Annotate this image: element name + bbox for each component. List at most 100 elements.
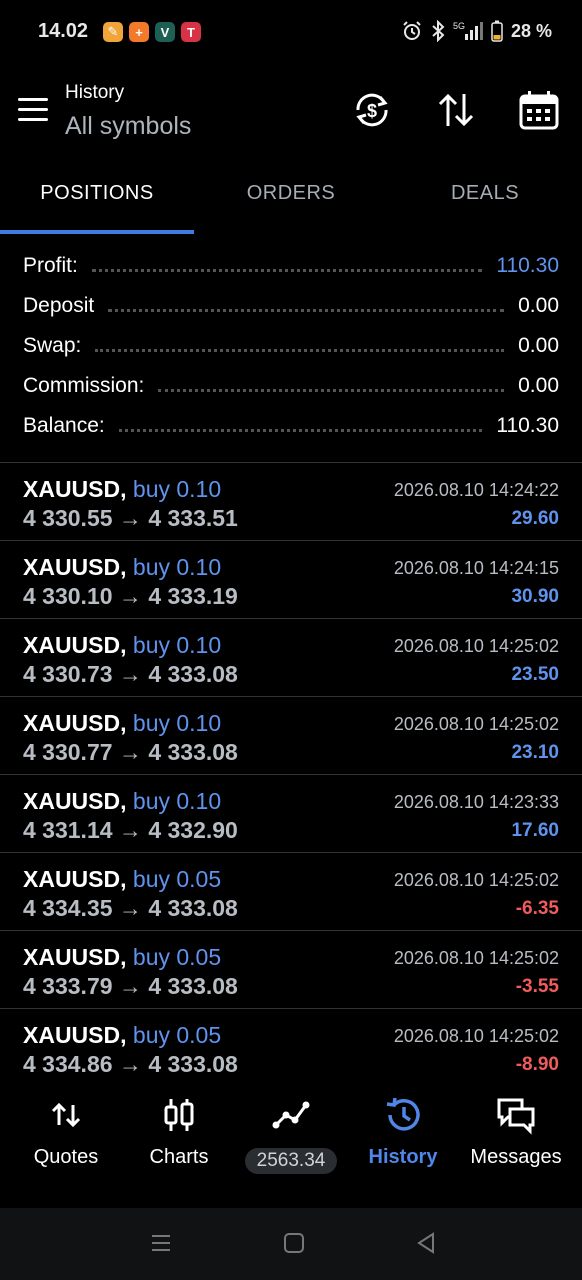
position-time: 2026.08.10 14:25:02	[393, 636, 559, 656]
position-profit: -3.55	[515, 976, 559, 997]
close-price: 4 333.08	[148, 1051, 238, 1077]
v-app-icon: V	[155, 22, 175, 42]
tab-bar: POSITIONS ORDERS DEALS	[0, 164, 582, 234]
position-symbol-line: XAUUSD, buy 0.10	[23, 554, 221, 581]
recents-icon[interactable]	[148, 1230, 174, 1256]
home-icon[interactable]	[281, 1230, 307, 1256]
summary-label: Profit:	[23, 254, 78, 277]
dotted-leader	[108, 308, 505, 312]
position-prices: 4 330.10 → 4 333.19	[23, 583, 238, 610]
arrow-icon: →	[118, 973, 142, 999]
position-time: 2026.08.10 14:25:02	[393, 948, 559, 968]
position-time: 2026.08.10 14:25:02	[393, 1026, 559, 1046]
app-notification-icon: ✎	[103, 22, 123, 42]
nav-charts[interactable]: Charts	[121, 1095, 237, 1169]
open-price: 4 330.77	[23, 739, 113, 765]
summary-row-deposit: Deposit 0.00	[0, 286, 582, 326]
position-symbol-line: XAUUSD, buy 0.10	[23, 476, 221, 503]
open-price: 4 330.73	[23, 661, 113, 687]
nav-history[interactable]: History	[345, 1095, 461, 1169]
summary-value: 110.30	[496, 414, 559, 437]
open-price: 4 334.35	[23, 895, 113, 921]
position-time: 2026.08.10 14:24:22	[393, 480, 559, 500]
position-row[interactable]: XAUUSD, buy 0.05 4 333.79 → 4 333.08 202…	[0, 931, 582, 1009]
position-prices: 4 330.55 → 4 333.51	[23, 505, 238, 532]
t-app-icon: T	[181, 22, 201, 42]
position-prices: 4 330.73 → 4 333.08	[23, 661, 238, 688]
currency-refresh-icon[interactable]: $	[350, 88, 394, 132]
history-icon	[386, 1097, 420, 1131]
position-profit: 17.60	[511, 820, 559, 841]
position-symbol: XAUUSD,	[23, 476, 127, 502]
position-row[interactable]: XAUUSD, buy 0.05 4 334.86 → 4 333.08 202…	[0, 1009, 582, 1086]
position-row[interactable]: XAUUSD, buy 0.10 4 330.55 → 4 333.51 202…	[0, 463, 582, 541]
sort-icon[interactable]	[434, 88, 478, 132]
position-symbol: XAUUSD,	[23, 1022, 127, 1048]
plus-app-icon: +	[129, 22, 149, 42]
position-symbol: XAUUSD,	[23, 632, 127, 658]
summary-value: 110.30	[496, 254, 559, 277]
arrow-icon: →	[118, 583, 142, 609]
dotted-leader	[158, 388, 505, 392]
app-bar: History All symbols $	[0, 64, 582, 164]
close-price: 4 333.08	[148, 895, 238, 921]
trade-icon	[272, 1101, 310, 1129]
symbol-filter[interactable]: All symbols	[65, 112, 191, 141]
tab-deals[interactable]: DEALS	[388, 182, 582, 205]
equity-badge: 2563.34	[244, 1148, 338, 1174]
close-price: 4 333.08	[148, 973, 238, 999]
tab-positions[interactable]: POSITIONS	[0, 182, 194, 205]
position-symbol-line: XAUUSD, buy 0.05	[23, 1022, 221, 1049]
page-title: History	[65, 82, 125, 103]
bottom-navigation: Quotes Charts 2563.34 History Messages	[0, 1085, 582, 1205]
arrow-icon: →	[118, 661, 142, 687]
nav-trade[interactable]: 2563.34	[233, 1095, 349, 1174]
summary-row-swap: Swap: 0.00	[0, 326, 582, 366]
arrow-icon: →	[118, 895, 142, 921]
position-row[interactable]: XAUUSD, buy 0.05 4 334.35 → 4 333.08 202…	[0, 853, 582, 931]
open-price: 4 330.55	[23, 505, 113, 531]
position-symbol-line: XAUUSD, buy 0.10	[23, 788, 221, 815]
position-row[interactable]: XAUUSD, buy 0.10 4 330.73 → 4 333.08 202…	[0, 619, 582, 697]
summary-value: 0.00	[518, 374, 559, 397]
position-side: buy 0.10	[132, 632, 222, 658]
status-right: 5G 28 %	[401, 20, 552, 42]
position-symbol: XAUUSD,	[23, 554, 127, 580]
nav-quotes-label: Quotes	[33, 1146, 99, 1168]
nav-messages[interactable]: Messages	[458, 1095, 574, 1169]
position-row[interactable]: XAUUSD, buy 0.10 4 331.14 → 4 332.90 202…	[0, 775, 582, 853]
close-price: 4 333.51	[148, 505, 238, 531]
position-profit: -8.90	[515, 1054, 559, 1075]
summary-panel: Profit: 110.30 Deposit 0.00 Swap: 0.00 C…	[0, 246, 582, 446]
position-row[interactable]: XAUUSD, buy 0.10 4 330.77 → 4 333.08 202…	[0, 697, 582, 775]
back-icon[interactable]	[413, 1230, 439, 1256]
position-symbol-line: XAUUSD, buy 0.05	[23, 944, 221, 971]
menu-icon[interactable]	[18, 98, 48, 122]
position-time: 2026.08.10 14:24:15	[393, 558, 559, 578]
alarm-icon	[403, 21, 421, 40]
tab-orders[interactable]: ORDERS	[194, 182, 388, 205]
summary-value: 0.00	[518, 294, 559, 317]
position-symbol: XAUUSD,	[23, 710, 127, 736]
summary-label: Swap:	[23, 334, 82, 357]
open-price: 4 334.86	[23, 1051, 113, 1077]
summary-value: 0.00	[518, 334, 559, 357]
summary-label: Deposit	[23, 294, 95, 317]
position-row[interactable]: XAUUSD, buy 0.10 4 330.10 → 4 333.19 202…	[0, 541, 582, 619]
summary-row-commission: Commission: 0.00	[0, 366, 582, 406]
position-profit: -6.35	[515, 898, 559, 919]
position-side: buy 0.05	[132, 866, 222, 892]
battery-icon	[491, 20, 503, 42]
position-symbol-line: XAUUSD, buy 0.10	[23, 710, 221, 737]
nav-quotes[interactable]: Quotes	[8, 1095, 124, 1169]
dotted-leader	[95, 348, 505, 352]
arrow-icon: →	[118, 505, 142, 531]
position-side: buy 0.10	[132, 476, 222, 502]
bluetooth-icon	[432, 20, 445, 42]
calendar-icon[interactable]	[517, 88, 561, 132]
network-type-label: 5G	[453, 21, 465, 31]
open-price: 4 333.79	[23, 973, 113, 999]
nav-history-label: History	[368, 1146, 438, 1168]
position-prices: 4 330.77 → 4 333.08	[23, 739, 238, 766]
summary-label: Commission:	[23, 374, 145, 397]
